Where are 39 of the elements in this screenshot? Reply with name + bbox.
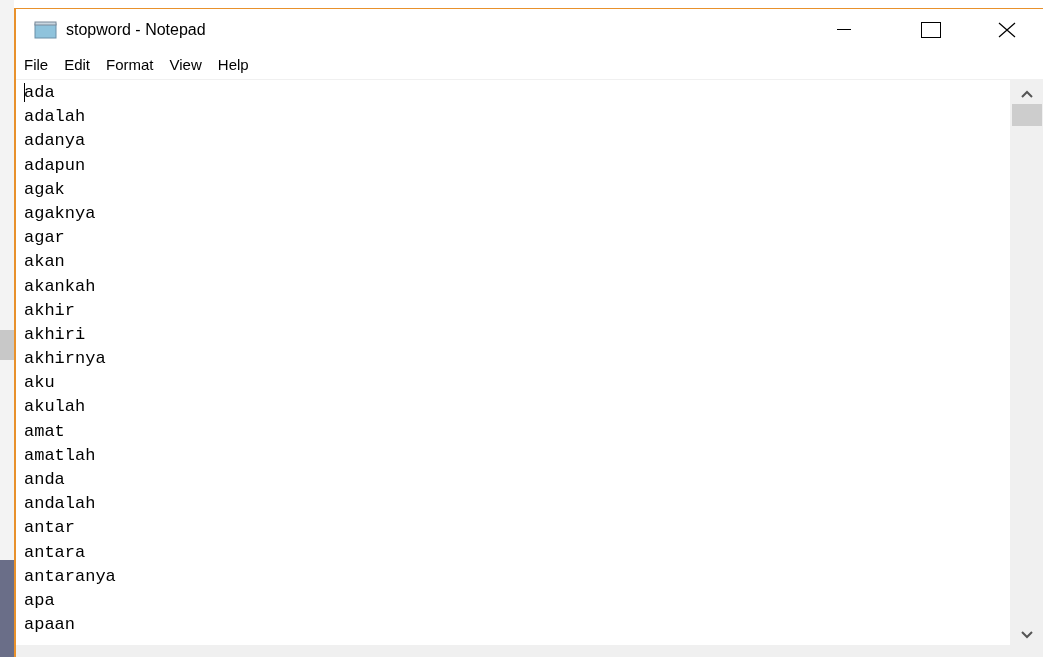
text-line: agar (24, 227, 66, 250)
menu-item[interactable]: View (163, 53, 208, 77)
minimize-icon (837, 29, 851, 31)
vertical-scrollbar[interactable] (1010, 80, 1043, 645)
text-line: akhiri (24, 323, 87, 346)
text-line: antar (24, 517, 76, 540)
text-line: adanya (24, 130, 87, 153)
close-icon (998, 22, 1016, 38)
maximize-icon (921, 22, 941, 38)
text-line: antara (24, 541, 87, 564)
menu-item[interactable]: Format (100, 53, 160, 77)
text-line: ada (24, 82, 56, 104)
notepad-icon (34, 21, 58, 39)
text-line: adapun (24, 154, 87, 177)
text-line: antaranya (24, 565, 117, 588)
text-line: andalah (24, 493, 97, 516)
text-line: anda (24, 469, 66, 491)
text-line: akhir (24, 299, 76, 322)
text-line: aku (24, 372, 56, 395)
text-area[interactable]: ada adalah adanya adapun agak agaknya agar akan akankah akhir akhiri akhirnya aku akulah amat amatlah anda andalah antar antara antaranya apa apaan (16, 80, 1010, 645)
text-line: akulah (24, 396, 87, 419)
text-line: adalah (24, 106, 87, 129)
menu-item[interactable]: File (18, 53, 55, 77)
scroll-up-icon (1020, 90, 1033, 98)
text-line: apa (24, 589, 56, 612)
text-line: amatlah (24, 444, 97, 467)
menu-item[interactable]: Help (211, 53, 255, 77)
text-line: apaan (24, 614, 76, 637)
text-line: agak (24, 178, 66, 201)
text-line: akankah (24, 275, 97, 298)
scroll-thumb[interactable] (1011, 104, 1042, 126)
text-line: akhirnya (24, 348, 107, 371)
window-title: stopword - Notepad (66, 20, 206, 40)
menu-item[interactable]: Edit (58, 53, 97, 77)
text-line: akan (24, 251, 66, 274)
text-line: amat (24, 420, 66, 443)
text-line: agaknya (24, 202, 97, 225)
scroll-down-icon (1020, 631, 1033, 639)
horizontal-scrollbar[interactable] (16, 645, 1043, 657)
